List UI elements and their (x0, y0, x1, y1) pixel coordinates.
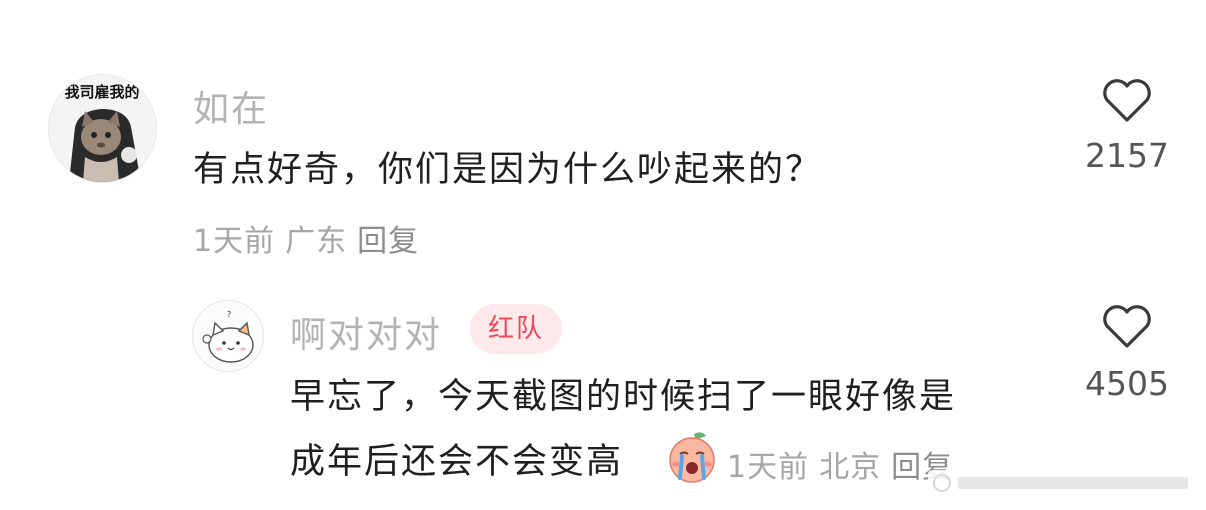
watermark-overlay (928, 470, 1198, 496)
like-count: 2157 (1085, 136, 1169, 175)
location: 北京 (819, 450, 882, 485)
heart-icon (1103, 305, 1151, 348)
crying-peach-sticker-icon (664, 428, 720, 484)
white-cat-avatar-icon: ? (193, 301, 263, 371)
like-count: 4505 (1085, 364, 1169, 403)
svg-text:?: ? (227, 310, 231, 319)
avatar[interactable]: 我司雇我的 (48, 74, 157, 183)
timestamp: 1天前 (193, 224, 276, 259)
team-badge: 红队 (470, 304, 563, 354)
comment-thread: 我司雇我的 如在 有点好奇，你们是因为什么吵起来的？ 1天前 广东 回复 2157 (0, 0, 1206, 510)
svg-text:我司雇我的: 我司雇我的 (64, 83, 139, 101)
username[interactable]: 如在 (193, 80, 269, 132)
comment-text: 有点好奇，你们是因为什么吵起来的？ (193, 150, 823, 190)
reply-text-line2: 成年后还会不会变高 (290, 442, 624, 482)
heart-icon (1103, 79, 1151, 122)
like-button[interactable]: 4505 (1077, 304, 1177, 403)
comment-meta: 1天前 广东 回复 (193, 216, 429, 260)
reply-button[interactable]: 回复 (357, 224, 419, 259)
username[interactable]: 啊对对对 (290, 306, 442, 358)
timestamp: 1天前 (727, 450, 810, 485)
reply-text-line1: 早忘了，今天截图的时候扫了一眼好像是 (290, 377, 957, 417)
avatar[interactable]: ? (192, 300, 264, 372)
location: 广东 (285, 224, 348, 259)
like-button[interactable]: 2157 (1077, 78, 1177, 175)
cat-meme-avatar-icon: 我司雇我的 (49, 75, 156, 182)
